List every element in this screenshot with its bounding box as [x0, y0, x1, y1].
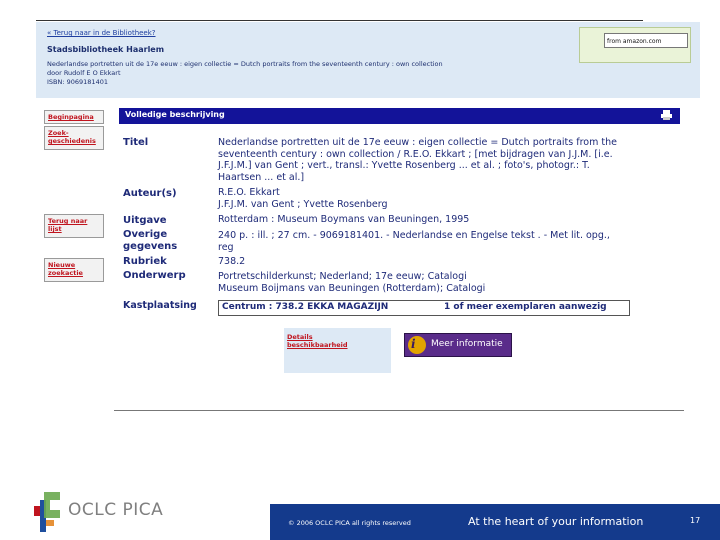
print-icon[interactable] [661, 110, 672, 120]
field-value-titel: Nederlandse portretten uit de 17e eeuw :… [218, 137, 617, 183]
sidebar-item-nieuwe-zoekactie[interactable]: Nieuwe zoekactie [44, 258, 104, 282]
field-label-overige-gegevens: Overige gegevens [123, 229, 178, 252]
sidebar-item-beginpagina[interactable]: Beginpagina [44, 110, 104, 124]
field-label-rubriek: Rubriek [123, 256, 167, 267]
sidebar-item-terug-naar-lijst[interactable]: Terug naar lijst [44, 214, 104, 238]
amazon-logo[interactable]: from amazon.com [604, 33, 688, 48]
library-name: Stadsbibliotheek Haarlem [47, 45, 165, 54]
back-to-library-link[interactable]: « Terug naar in de Bibliotheek? [47, 29, 156, 37]
full-description-title: Volledige beschrijving [125, 110, 225, 119]
uitgave-line: Rotterdam : Museum Boymans van Beuningen… [218, 214, 470, 225]
availability-details-link[interactable]: Details beschikbaarheid [287, 333, 367, 349]
auteur-line: J.F.J.M. van Gent ; Yvette Rosenberg [218, 198, 388, 210]
oclc-pica-brand: OCLC PICA [68, 500, 164, 520]
more-info-label[interactable]: Meer informatie [431, 339, 503, 349]
sidebar-item-label: Nieuwe zoekactie [48, 261, 83, 277]
field-value-uitgave: Rotterdam : Museum Boymans van Beuningen… [218, 214, 469, 226]
field-label-uitgave: Uitgave [123, 215, 167, 226]
book-isbn-line: ISBN: 9069181401 [47, 78, 108, 86]
rubriek-line: 738.2 [218, 256, 246, 267]
field-label-onderwerp: Onderwerp [123, 270, 186, 281]
overige-line: 240 p. : ill. ; 27 cm. - 9069181401. - N… [218, 230, 610, 241]
info-icon-glyph: i [411, 337, 416, 351]
content-divider [114, 410, 684, 411]
sidebar-item-label: Zoek-geschiedenis [48, 129, 96, 145]
titel-line: J.F.J.M.] van Gent ; vert., transl.: Yve… [218, 160, 590, 171]
book-author-line: door Rudolf E O Ekkart [47, 69, 121, 77]
field-value-onderwerp: Portretschilderkunst; Nederland; 17e eeu… [218, 271, 485, 294]
field-value-rubriek: 738.2 [218, 256, 245, 268]
sidebar-item-zoekgeschiedenis[interactable]: Zoek-geschiedenis [44, 126, 104, 150]
titel-line: Nederlandse portretten uit de 17e eeuw :… [218, 137, 617, 148]
onderwerp-line[interactable]: Museum Boijmans van Beuningen (Rotterdam… [218, 283, 485, 295]
field-value-auteurs: R.E.O. Ekkart J.F.J.M. van Gent ; Yvette… [218, 187, 388, 210]
titel-line: seventeenth century : own collection / R… [218, 148, 613, 160]
oclc-pica-logo-icon [34, 492, 60, 532]
titel-line: Haartsen ... et al.] [218, 171, 305, 183]
field-label-auteurs: Auteur(s) [123, 188, 177, 199]
field-value-overige-gegevens: 240 p. : ill. ; 27 cm. - 9069181401. - N… [218, 230, 610, 253]
book-title-line: Nederlandse portretten uit de 17e eeuw :… [47, 60, 443, 68]
copies-status: 1 of meer exemplaren aanwezig [444, 302, 607, 312]
sidebar-item-label: Beginpagina [48, 113, 94, 121]
shelf-location: Centrum : 738.2 EKKA MAGAZIJN [222, 302, 389, 312]
copyright-text: © 2006 OCLC PICA all rights reserved [288, 519, 411, 527]
sidebar-item-label: Terug naar lijst [48, 217, 88, 233]
page-number: 17 [690, 516, 701, 525]
onderwerp-line[interactable]: Portretschilderkunst; Nederland; 17e eeu… [218, 271, 485, 283]
field-label-kastplaatsing: Kastplaatsing [123, 300, 197, 311]
tagline: At the heart of your information [468, 515, 644, 528]
field-label-titel: Titel [123, 137, 149, 148]
overige-line: reg [218, 241, 234, 253]
top-divider [36, 20, 643, 21]
auteur-line: R.E.O. Ekkart [218, 187, 280, 198]
